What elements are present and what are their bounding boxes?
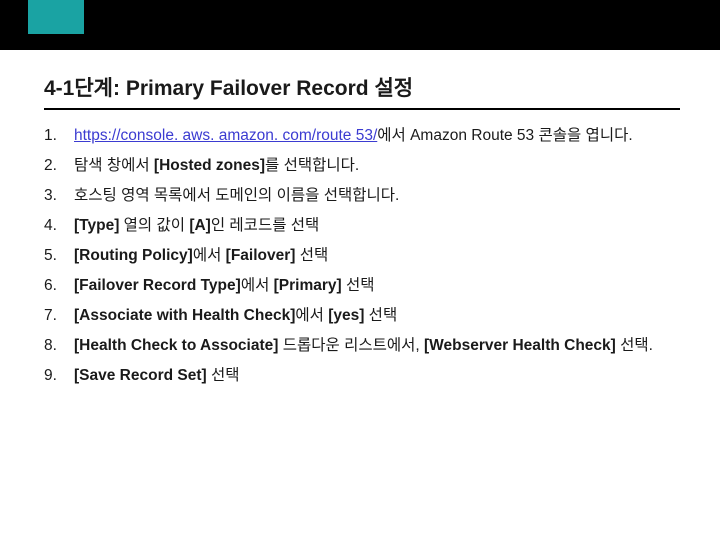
ui-ref: [Save Record Set] bbox=[74, 367, 207, 384]
title-suffix: 설정 bbox=[374, 77, 413, 100]
slide-content: 4-1단계: Primary Failover Record 설정 https:… bbox=[0, 50, 720, 388]
step-text: 를 선택합니다. bbox=[265, 157, 359, 174]
ui-ref: [Type] bbox=[74, 217, 119, 234]
step-text: 에서 Amazon Route 53 콘솔을 엽니다. bbox=[377, 127, 632, 144]
ui-ref: [Hosted zones] bbox=[154, 157, 265, 174]
list-item: [Failover Record Type]에서 [Primary] 선택 bbox=[44, 274, 680, 298]
accent-notch bbox=[28, 0, 84, 34]
steps-list: https://console. aws. amazon. com/route … bbox=[44, 124, 680, 388]
step-text: 인 레코드를 선택 bbox=[211, 217, 319, 234]
step-text: 탐색 창에서 bbox=[74, 157, 154, 174]
step-text: 에서 bbox=[193, 247, 226, 264]
ui-ref: [Failover Record Type] bbox=[74, 277, 241, 294]
ui-ref: [Webserver Health Check] bbox=[424, 337, 616, 354]
list-item: 탐색 창에서 [Hosted zones]를 선택합니다. bbox=[44, 154, 680, 178]
ui-ref: [A] bbox=[189, 217, 211, 234]
step-text: 에서 bbox=[295, 307, 328, 324]
title-colon: : bbox=[113, 77, 126, 100]
step-text: 드롭다운 리스트에서, bbox=[278, 337, 424, 354]
ui-ref: [Routing Policy] bbox=[74, 247, 193, 264]
title-rest: Primary Failover Record bbox=[126, 77, 375, 100]
step-text: 선택 bbox=[207, 367, 240, 384]
step-text: 호스팅 영역 목록에서 도메인의 이름을 선택합니다. bbox=[74, 187, 399, 204]
step-text: 열의 값이 bbox=[119, 217, 189, 234]
ui-ref: [Health Check to Associate] bbox=[74, 337, 278, 354]
list-item: [Health Check to Associate] 드롭다운 리스트에서, … bbox=[44, 334, 680, 358]
title-prefix: 4-1단계 bbox=[44, 77, 113, 100]
step-text: 선택 bbox=[295, 247, 328, 264]
ui-ref: [Primary] bbox=[274, 277, 342, 294]
list-item: https://console. aws. amazon. com/route … bbox=[44, 124, 680, 148]
ui-ref: [yes] bbox=[328, 307, 364, 324]
topbar bbox=[0, 0, 720, 50]
list-item: [Routing Policy]에서 [Failover] 선택 bbox=[44, 244, 680, 268]
list-item: [Save Record Set] 선택 bbox=[44, 364, 680, 388]
list-item: [Type] 열의 값이 [A]인 레코드를 선택 bbox=[44, 214, 680, 238]
ui-ref: [Associate with Health Check] bbox=[74, 307, 295, 324]
step-text: 선택. bbox=[616, 337, 653, 354]
step-text: 선택 bbox=[364, 307, 397, 324]
list-item: [Associate with Health Check]에서 [yes] 선택 bbox=[44, 304, 680, 328]
step-text: 선택 bbox=[342, 277, 375, 294]
console-link[interactable]: https://console. aws. amazon. com/route … bbox=[74, 127, 377, 144]
page-title: 4-1단계: Primary Failover Record 설정 bbox=[44, 72, 680, 110]
step-text: 에서 bbox=[241, 277, 274, 294]
ui-ref: [Failover] bbox=[226, 247, 296, 264]
list-item: 호스팅 영역 목록에서 도메인의 이름을 선택합니다. bbox=[44, 184, 680, 208]
